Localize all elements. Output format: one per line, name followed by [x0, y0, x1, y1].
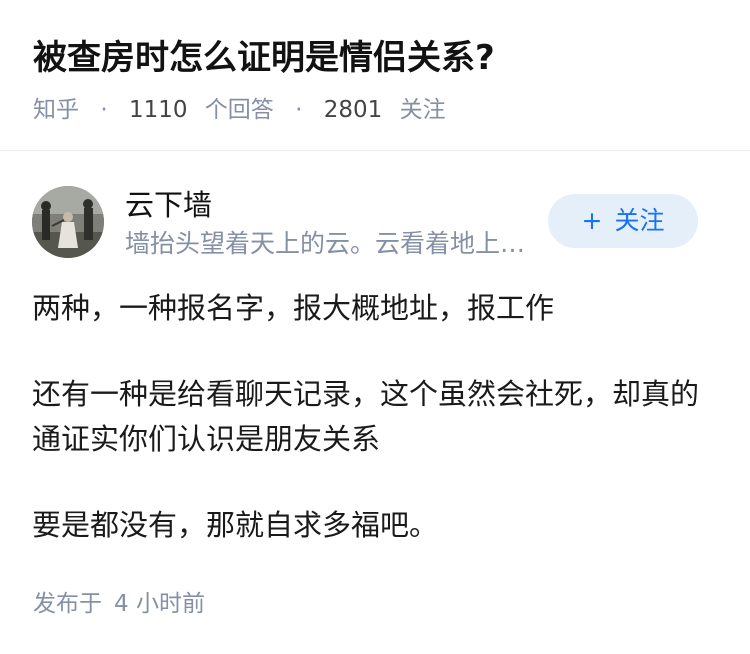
avatar[interactable] [32, 186, 104, 258]
meta-separator: · [100, 97, 108, 123]
publish-time[interactable]: 发布于 4 小时前 [33, 587, 205, 621]
author-bio: 墙抬头望着天上的云。云看着地上的墙 [125, 229, 537, 258]
published-time: 4 小时前 [114, 591, 205, 617]
answer-count: 1110 [128, 97, 188, 123]
question-header: 被查房时怎么证明是情侣关系? 知乎 · 1110 个回答 · 2801 关注 [0, 0, 750, 151]
follower-count: 2801 [323, 97, 383, 123]
follow-button[interactable]: + 关注 [548, 194, 698, 248]
meta-separator: · [295, 97, 303, 123]
avatar-image [32, 186, 104, 258]
answer-paragraph: 要是都没有，那就自求多福吧。 [32, 508, 439, 542]
follow-button-label: 关注 [614, 206, 665, 235]
question-meta: 知乎 · 1110 个回答 · 2801 关注 [33, 93, 446, 127]
follower-count-label: 关注 [399, 97, 446, 123]
published-label: 发布于 [33, 591, 102, 617]
answer-count-link[interactable]: 1110 个回答 [129, 97, 281, 123]
plus-icon: + [581, 206, 603, 235]
answer-count-label: 个回答 [204, 97, 274, 123]
answer-paragraph: 两种，一种报名字，报大概地址，报工作 [32, 291, 555, 325]
answer-content: 两种，一种报名字，报大概地址，报工作 还有一种是给看聊天记录，这个虽然会社死，却… [32, 286, 712, 548]
follower-count-link[interactable]: 2801 关注 [324, 97, 446, 123]
source-label[interactable]: 知乎 [33, 97, 79, 123]
question-title[interactable]: 被查房时怎么证明是情侣关系? [33, 34, 495, 82]
author-name[interactable]: 云下墙 [125, 185, 212, 225]
answer-paragraph: 还有一种是给看聊天记录，这个虽然会社死，却真的通证实你们认识是朋友关系 [32, 377, 700, 456]
